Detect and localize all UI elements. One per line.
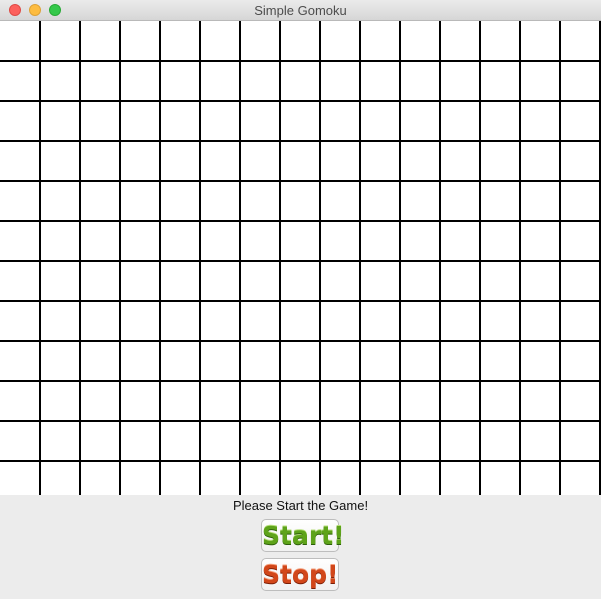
stop-button[interactable]: Stop! — [261, 558, 339, 591]
start-button[interactable]: Start! — [261, 519, 345, 552]
board-grid[interactable] — [0, 21, 601, 495]
window-title: Simple Gomoku — [254, 3, 347, 18]
title-bar[interactable]: Simple Gomoku — [0, 0, 601, 21]
status-message: Please Start the Game! — [232, 498, 369, 513]
app-window: Simple Gomoku Please Start the Game! Sta… — [0, 0, 601, 599]
game-board[interactable] — [0, 21, 601, 495]
